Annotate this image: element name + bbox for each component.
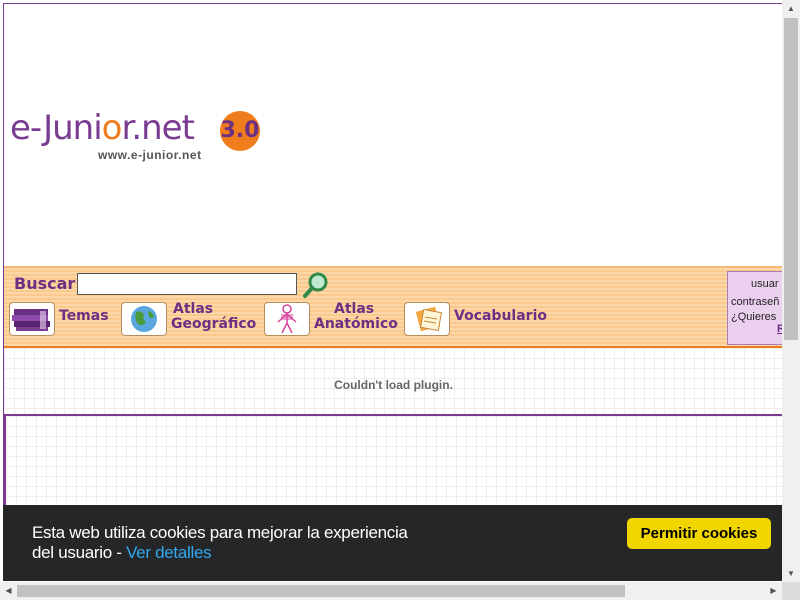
cookie-message: Esta web utiliza cookies para mejorar la… [32,523,432,563]
login-box: usuar contraseñ ¿Quieres R [727,271,782,345]
nav-label-atlas-ana-2: Anatómico [314,316,398,332]
scroll-down-icon[interactable]: ▼ [782,565,800,582]
nav-label-atlas-geo-1: Atlas [173,301,214,317]
notebook-icon [404,302,450,336]
search-label: Buscar [14,274,76,293]
main-toolbar: Buscar Temas Atlas Geográfico Atlas Anat… [4,266,782,348]
nav-item-vocabulario[interactable]: Vocabulario [404,300,554,338]
cookie-message-text: Esta web utiliza cookies para mejorar la… [32,523,408,562]
scroll-left-icon[interactable]: ◀ [0,582,17,600]
nav-item-atlas-anatomico[interactable]: Atlas Anatómico [264,300,404,338]
books-icon [9,302,55,336]
login-password-label: contraseñ [731,296,780,308]
scrollbar-corner [782,582,800,600]
login-register-prompt: ¿Quieres [731,311,777,323]
login-user-label: usuar [751,278,779,290]
nav-label-vocabulario: Vocabulario [454,308,547,324]
login-register-link[interactable]: R [731,323,782,335]
nav-item-atlas-geografico[interactable]: Atlas Geográfico [121,300,261,338]
horizontal-scrollbar[interactable]: ◀ ▶ [0,582,782,600]
logo-wordmark: e-Junior.net [10,108,195,148]
logo-version-badge: 3.0 [220,111,260,151]
cookie-banner: Esta web utiliza cookies para mejorar la… [3,505,782,581]
nav-label-atlas-geo-2: Geográfico [171,316,257,332]
scroll-right-icon[interactable]: ▶ [765,582,782,600]
globe-icon [121,302,167,336]
nav-label-temas: Temas [59,308,109,324]
nav-item-temas[interactable]: Temas [9,300,119,338]
logo-url: www.e-junior.net [98,148,202,162]
plugin-placeholder: Couldn't load plugin. [4,348,782,416]
scroll-up-icon[interactable]: ▲ [782,0,800,17]
vertical-scrollbar[interactable]: ▲ ▼ [782,0,800,582]
nav-label-atlas-ana-1: Atlas [334,301,375,317]
site-header: e-Junior.net 3.0 www.e-junior.net [4,4,782,266]
site-logo[interactable]: e-Junior.net 3.0 www.e-junior.net [10,108,270,168]
magnifier-icon[interactable] [302,271,330,299]
horizontal-scroll-thumb[interactable] [17,585,625,597]
search-input[interactable] [77,273,297,295]
vertical-scroll-thumb[interactable] [784,18,798,340]
plugin-error-text: Couldn't load plugin. [334,378,453,392]
cookie-details-link[interactable]: Ver detalles [126,543,212,562]
allow-cookies-button[interactable]: Permitir cookies [627,518,771,549]
page-frame: e-Junior.net 3.0 www.e-junior.net Buscar… [3,3,782,581]
skeleton-icon [264,302,310,336]
